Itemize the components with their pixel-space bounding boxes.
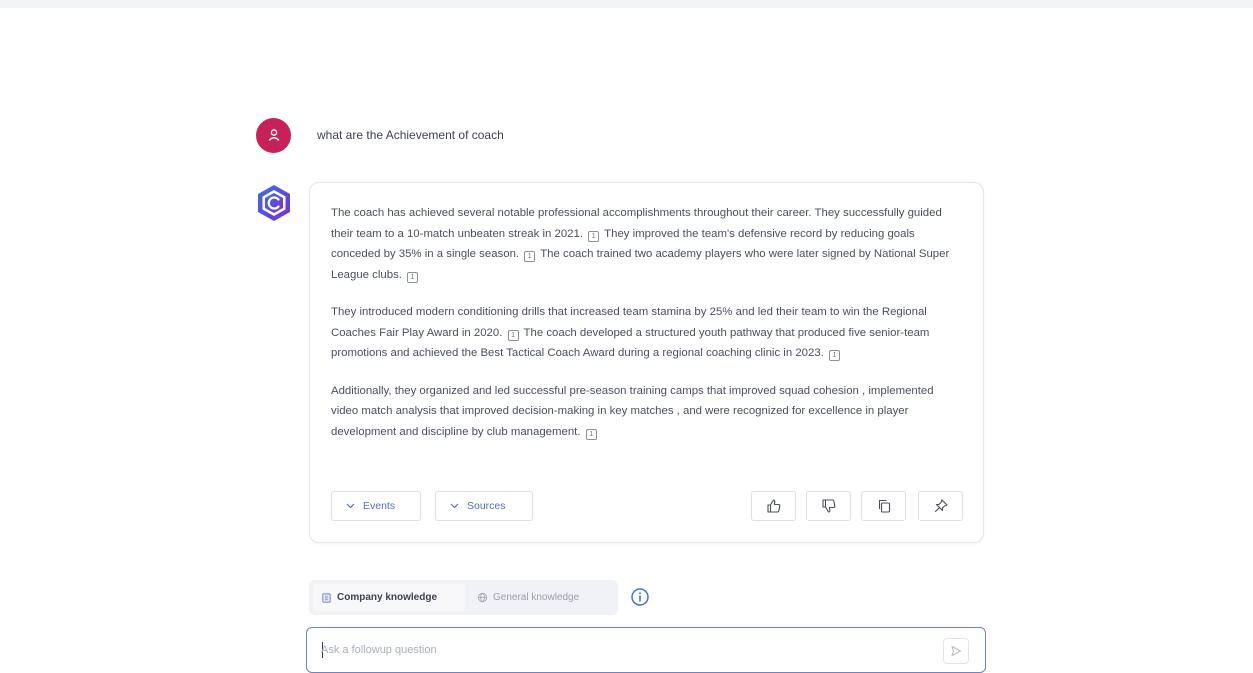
user-message-text: what are the Achievement of coach <box>317 128 504 142</box>
answer-text: Additionally, they organized and led suc… <box>331 384 934 438</box>
answer-paragraph: The coach has achieved several notable p… <box>331 203 963 285</box>
answer-card: The coach has achieved several notable p… <box>309 182 984 543</box>
sources-label: Sources <box>467 500 506 512</box>
copy-icon <box>878 499 890 513</box>
answer-paragraph: They introduced modern conditioning dril… <box>331 302 963 364</box>
citation-icon[interactable]: 1 <box>829 350 841 361</box>
citation-icon[interactable]: 1 <box>588 230 600 242</box>
events-button[interactable]: Events <box>331 491 421 521</box>
knowledge-toggle: Company knowledge General knowledge <box>309 580 618 615</box>
user-avatar <box>256 117 291 153</box>
chevron-down-icon <box>346 503 355 509</box>
tab-company-knowledge[interactable]: Company knowledge <box>313 584 465 611</box>
citation-icon[interactable]: 1 <box>507 329 519 341</box>
tab-company-knowledge-label: Company knowledge <box>337 592 438 603</box>
followup-input[interactable] <box>321 640 921 660</box>
send-icon <box>951 645 962 657</box>
chevron-down-icon <box>450 503 459 509</box>
chat-thread: what are the Achievement of coach The co… <box>256 0 986 673</box>
followup-input-box <box>306 627 986 673</box>
thumbs-up-icon <box>766 499 780 513</box>
tab-general-knowledge[interactable]: General knowledge <box>469 584 614 611</box>
citation-icon[interactable]: 1 <box>585 428 597 440</box>
citation-icon[interactable]: 1 <box>407 271 419 283</box>
pin-button[interactable] <box>918 491 963 521</box>
citation-icon[interactable]: 1 <box>524 251 536 262</box>
pin-icon <box>934 499 948 513</box>
answer-paragraph: Additionally, they organized and led suc… <box>331 381 963 443</box>
sources-button[interactable]: Sources <box>435 491 533 521</box>
globe-icon <box>477 592 488 603</box>
info-icon[interactable] <box>630 587 650 607</box>
thumbs-up-button[interactable] <box>751 491 796 521</box>
user-icon <box>268 129 279 141</box>
send-button[interactable] <box>943 638 969 664</box>
thumbs-down-icon <box>821 499 835 513</box>
building-icon <box>322 593 331 603</box>
user-message: what are the Achievement of coach <box>256 117 504 153</box>
copy-button[interactable] <box>861 491 906 521</box>
tab-general-knowledge-label: General knowledge <box>493 592 580 603</box>
thumbs-down-button[interactable] <box>806 491 851 521</box>
answer-body: The coach has achieved several notable p… <box>331 203 963 459</box>
events-label: Events <box>363 500 396 512</box>
assistant-avatar-icon <box>258 185 290 221</box>
answer-actions: Events Sources <box>331 491 965 521</box>
